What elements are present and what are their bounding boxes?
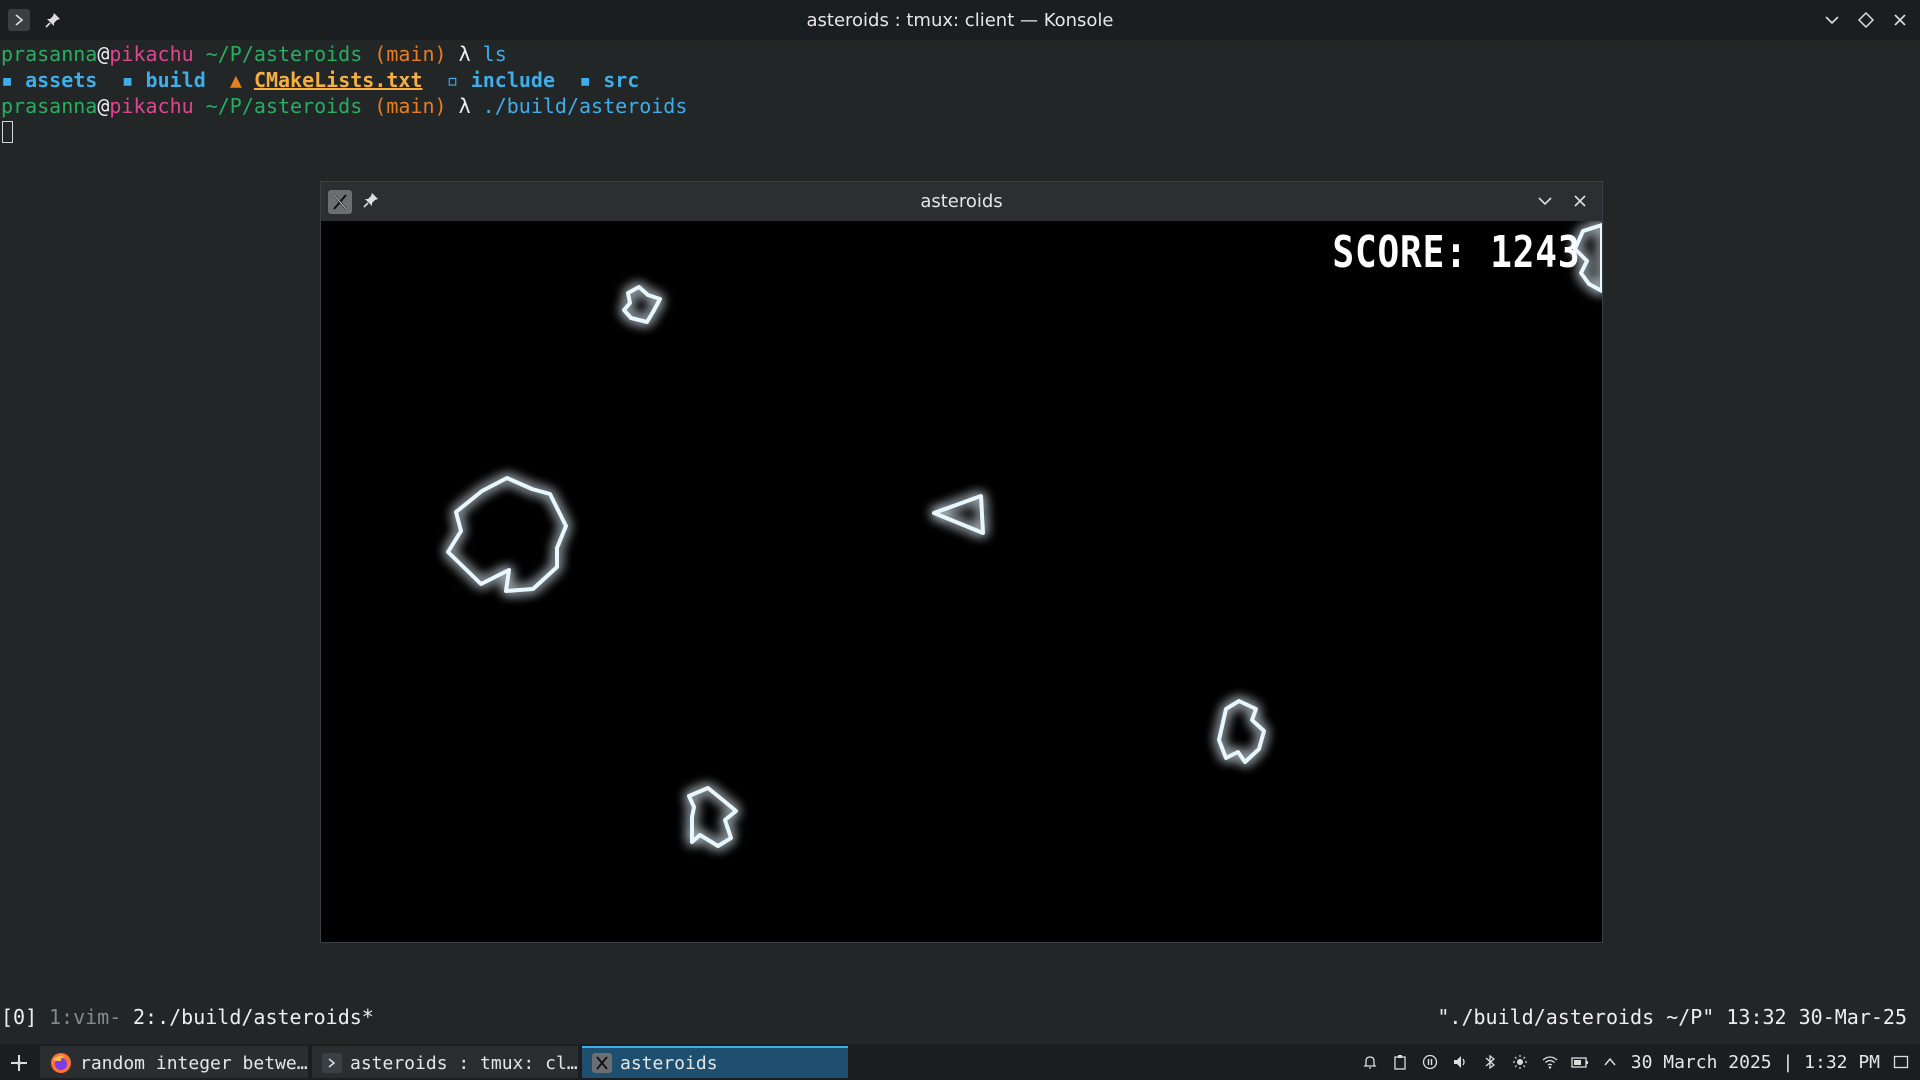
ls-item-include: include [470,68,555,92]
prompt-line-1: prasanna@pikachu ~/P/asteroids (main) λ … [1,41,507,67]
prompt-at: @ [97,42,110,66]
asteroid [1217,699,1266,764]
game-window[interactable]: asteroids SCORE: 1243 [320,181,1603,943]
ls-item-src: src [603,68,640,92]
show-desktop-icon[interactable] [1892,1053,1910,1071]
tmux-window-1[interactable]: 1:vim- [49,1003,121,1031]
prompt-host: pikachu [109,42,194,66]
x11-app-icon [592,1053,612,1073]
cmake-icon: ▲ [229,68,254,92]
tmux-status-right: "./build/asteroids ~/P" 13:32 30-Mar-25 [1437,1005,1907,1029]
battery-icon[interactable] [1571,1053,1589,1071]
prompt-branch: (main) [362,94,447,118]
app-launcher-icon[interactable] [8,1052,30,1074]
prompt-user: prasanna [1,42,98,66]
prompt-path: ~/P/asteroids [193,42,363,66]
score-display: SCORE: 1243 [1332,227,1580,278]
konsole-icon [322,1053,342,1073]
notifications-icon[interactable] [1361,1053,1379,1071]
task-firefox[interactable]: random integer betwe… [40,1046,308,1078]
clock[interactable]: 30 March 2025 | 1:32 PM [1631,1052,1880,1073]
ls-item-cmakelists: CMakeLists.txt [253,68,423,92]
clipboard-icon[interactable] [1391,1053,1409,1071]
prompt-user: prasanna [1,94,98,118]
folder-icon: ▪ [1,68,26,92]
minimize-chevron-icon[interactable] [1821,9,1843,31]
folder-icon: ▪ [121,68,146,92]
prompt-path: ~/P/asteroids [193,94,363,118]
tmux-status-bar: [0] 1:vim- 2:./build/asteroids* "./build/as… [0,1003,1920,1031]
command-text: ls [482,42,507,66]
maximize-diamond-icon[interactable] [1855,9,1877,31]
media-pause-icon[interactable] [1421,1053,1439,1071]
game-titlebar[interactable]: asteroids [321,182,1602,221]
task-label: asteroids : tmux: cl… [350,1052,578,1074]
folder-link-icon: ▫ [446,68,471,92]
window-title: asteroids : tmux: client — Konsole [806,10,1114,31]
tmux-session: [0] [1,1005,38,1029]
prompt-at: @ [97,94,110,118]
prompt-line-2: prasanna@pikachu ~/P/asteroids (main) λ … [1,93,687,119]
prompt-lambda: λ [446,94,483,118]
terminal-cursor[interactable] [2,121,13,143]
asteroid [687,786,738,848]
tmux-window-2[interactable]: 2:./build/asteroids* [133,1003,374,1031]
bluetooth-icon[interactable] [1481,1053,1499,1071]
wifi-icon[interactable] [1541,1053,1559,1071]
ls-item-assets: assets [25,68,98,92]
task-label: random integer betwe… [80,1052,308,1074]
konsole-titlebar: asteroids : tmux: client — Konsole [0,0,1920,40]
prompt-host: pikachu [109,94,194,118]
game-window-title: asteroids [920,191,1003,212]
command-text: ./build/asteroids [482,94,688,118]
ls-item-build: build [145,68,206,92]
prompt-lambda: λ [446,42,483,66]
taskbar: random integer betwe… asteroids : tmux: … [0,1044,1920,1080]
task-konsole[interactable]: asteroids : tmux: cl… [312,1046,578,1078]
close-icon[interactable] [1889,9,1911,31]
prompt-branch: (main) [362,42,447,66]
brightness-icon[interactable] [1511,1053,1529,1071]
asteroid [622,285,662,324]
system-tray: 30 March 2025 | 1:32 PM [1361,1044,1910,1080]
volume-icon[interactable] [1451,1053,1469,1071]
firefox-icon [50,1052,72,1074]
game-canvas [446,223,1602,848]
game-playfield[interactable]: SCORE: 1243 [321,221,1602,942]
folder-icon: ▪ [579,68,604,92]
player-ship [932,494,985,535]
task-label: asteroids [620,1052,718,1074]
ls-output: ▪ assets ▪ build ▲ CMakeLists.txt ▫ incl… [1,67,639,93]
asteroid [446,476,568,593]
minimize-chevron-icon[interactable] [1537,193,1555,211]
task-asteroids[interactable]: asteroids [582,1046,848,1078]
close-icon[interactable] [1572,193,1590,211]
tray-expand-chevron-icon[interactable] [1601,1053,1619,1071]
